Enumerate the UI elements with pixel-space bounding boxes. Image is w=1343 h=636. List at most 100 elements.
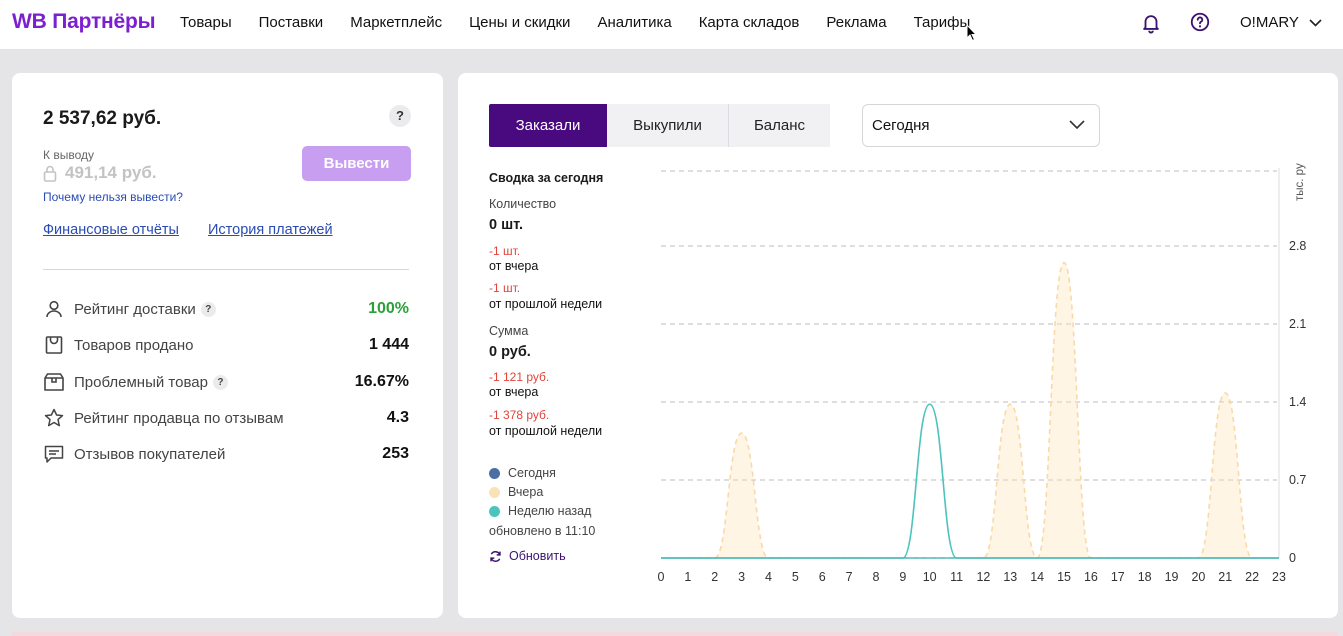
period-select[interactable]: Сегодня <box>862 104 1100 147</box>
bag-icon <box>43 334 65 356</box>
star-icon <box>43 407 65 429</box>
financial-reports-link[interactable]: Финансовые отчёты <box>43 222 179 238</box>
x-tick-label: 16 <box>1084 570 1098 584</box>
help-icon[interactable]: ? <box>200 301 216 317</box>
divider <box>43 269 409 270</box>
x-tick-label: 11 <box>950 570 963 584</box>
metric-problem-goods: Проблемный товар? 16.67% <box>43 370 409 394</box>
from-yesterday-text: от вчера <box>489 259 539 273</box>
tab-balance[interactable]: Баланс <box>729 104 830 147</box>
sum-delta-yesterday: -1 121 руб. <box>489 370 550 384</box>
y-tick-label: 0.7 <box>1289 473 1306 487</box>
user-menu[interactable]: O!MARY <box>1240 14 1322 31</box>
quantity-delta-yesterday: -1 шт. <box>489 244 521 258</box>
tab-bought-out[interactable]: Выкупили <box>607 104 729 147</box>
user-name: O!MARY <box>1240 14 1299 31</box>
sales-tabs: Заказали Выкупили Баланс <box>489 104 830 147</box>
x-tick-label: 6 <box>819 570 826 584</box>
balance-help-icon[interactable]: ? <box>389 105 411 127</box>
x-tick-label: 22 <box>1245 570 1259 584</box>
nav-item-analytics[interactable]: Аналитика <box>597 14 671 31</box>
x-tick-label: 13 <box>1003 570 1017 584</box>
nav-item-warehouse-map[interactable]: Карта складов <box>699 14 800 31</box>
from-last-week-text: от прошлой недели <box>489 297 603 311</box>
x-tick-label: 9 <box>899 570 906 584</box>
metric-label: Товаров продано <box>74 336 194 354</box>
refresh-icon <box>490 550 501 562</box>
metric-items-sold: Товаров продано 1 444 <box>43 333 409 357</box>
tab-ordered[interactable]: Заказали <box>489 104 607 147</box>
nav-item-ads[interactable]: Реклама <box>826 14 886 31</box>
legend-yesterday: Вчера <box>489 485 543 499</box>
nav-item-prices[interactable]: Цены и скидки <box>469 14 570 31</box>
period-value: Сегодня <box>872 117 930 134</box>
updated-time: обновлено в 11:10 <box>489 524 596 538</box>
y-tick-label: 1.4 <box>1289 395 1306 409</box>
x-tick-label: 5 <box>792 570 799 584</box>
payout-value: 491,14 руб. <box>43 163 157 183</box>
x-tick-label: 10 <box>923 570 937 584</box>
legend-dot <box>489 505 500 517</box>
legend-label: Сегодня <box>508 466 556 480</box>
x-tick-label: 3 <box>738 570 745 584</box>
sum-value: 0 руб. <box>489 344 531 360</box>
payout-amount: 491,14 руб. <box>65 163 157 182</box>
x-tick-label: 8 <box>872 570 879 584</box>
x-tick-label: 18 <box>1138 570 1152 584</box>
withdraw-button[interactable]: Вывести <box>302 146 411 181</box>
metric-seller-rating: Рейтинг продавца по отзывам 4.3 <box>43 406 409 430</box>
metric-value: 1 444 <box>368 336 409 353</box>
next-card-edge <box>12 632 1338 636</box>
metric-label: Отзывов покупателей <box>74 445 226 463</box>
legend-label: Неделю назад <box>508 504 592 518</box>
sales-chart: 00.71.42.12.8тыс. руб.0 1 2 3 4 5 6 7 8 9 10 11 12 13… <box>658 163 1307 584</box>
lock-icon <box>43 165 57 182</box>
metric-value: 4.3 <box>386 409 409 426</box>
x-tick-label: 4 <box>765 570 772 584</box>
x-tick-label: 0 <box>658 570 665 584</box>
metric-reviews: Отзывов покупателей 253 <box>43 442 409 466</box>
legend-dot <box>489 486 500 498</box>
metric-value: 100% <box>368 300 409 317</box>
box-icon <box>43 371 65 393</box>
chevron-down-icon <box>1069 120 1085 129</box>
metric-value: 253 <box>382 445 409 462</box>
x-tick-label: 15 <box>1057 570 1071 584</box>
legend-week-ago: Неделю назад <box>489 504 591 518</box>
comment-icon <box>43 443 65 465</box>
legend-today: Сегодня <box>489 466 556 480</box>
sum-delta-week: -1 378 руб. <box>489 408 550 422</box>
help-icon[interactable] <box>1189 11 1211 33</box>
refresh-button[interactable]: Обновить <box>489 549 566 563</box>
x-tick-label: 23 <box>1272 570 1286 584</box>
refresh-label: Обновить <box>509 549 566 563</box>
balance-card: 2 537,62 руб. ? К выводу 491,14 руб. Поч… <box>12 73 443 618</box>
chevron-down-icon <box>1309 18 1322 27</box>
bell-icon[interactable] <box>1140 12 1162 34</box>
legend-dot <box>489 467 500 479</box>
nav-item-goods[interactable]: Товары <box>180 14 232 31</box>
nav-item-marketplace[interactable]: Маркетплейс <box>350 14 442 31</box>
legend-label: Вчера <box>508 485 544 499</box>
x-tick-label: 17 <box>1111 570 1125 584</box>
sales-card: Заказали Выкупили Баланс Сегодня Сводка … <box>458 73 1338 618</box>
metric-label: Рейтинг доставки <box>74 300 196 318</box>
from-last-week-text: от прошлой недели <box>489 424 603 438</box>
nav-item-tariffs[interactable]: Тарифы <box>914 14 971 31</box>
y-tick-label: 0 <box>1289 551 1296 565</box>
y-tick-label: 2.1 <box>1289 317 1306 331</box>
top-navigation-bar: WB Партнёры Товары Поставки Маркетплейс … <box>0 0 1343 50</box>
nav-item-supplies[interactable]: Поставки <box>259 14 324 31</box>
payment-history-link[interactable]: История платежей <box>208 222 333 238</box>
metric-label: Рейтинг продавца по отзывам <box>74 409 284 427</box>
logo[interactable]: WB Партнёры <box>12 10 156 34</box>
help-icon[interactable]: ? <box>212 374 228 390</box>
x-tick-label: 1 <box>684 570 691 584</box>
y-tick-label: 2.8 <box>1289 239 1306 253</box>
sum-label: Сумма <box>489 324 529 338</box>
quantity-delta-week: -1 шт. <box>489 281 521 295</box>
x-tick-label: 20 <box>1191 570 1205 584</box>
why-cannot-withdraw-link[interactable]: Почему нельзя вывести? <box>43 190 183 204</box>
x-tick-label: 7 <box>846 570 853 584</box>
main-nav: Товары Поставки Маркетплейс Цены и скидк… <box>180 14 997 31</box>
